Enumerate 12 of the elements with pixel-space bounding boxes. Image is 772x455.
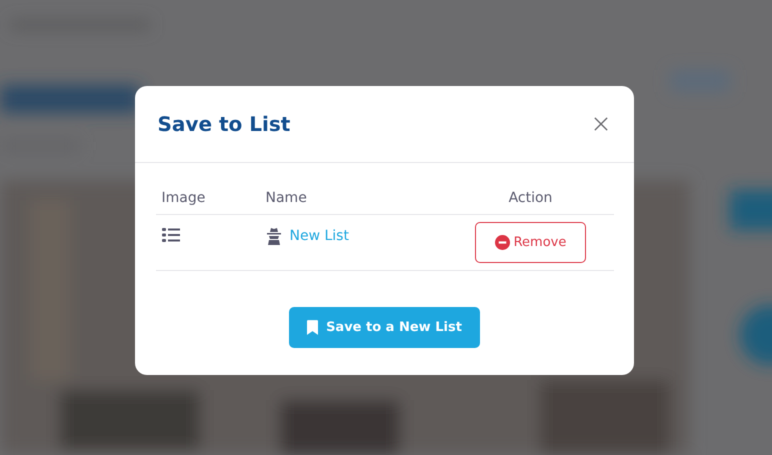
minus-circle-icon: [494, 235, 510, 250]
dialog-title: Save to List: [158, 112, 290, 136]
list-link[interactable]: New List: [290, 228, 349, 244]
column-header: Name: [266, 190, 308, 206]
column-header: Action: [508, 190, 554, 206]
incognito-icon: [266, 227, 282, 245]
save-button[interactable]: Save to a New List: [289, 307, 480, 348]
close-icon[interactable]: [594, 117, 608, 131]
column-header: Image: [160, 190, 206, 206]
list-icon: [162, 228, 180, 242]
bookmark-icon: [307, 320, 318, 335]
remove-button[interactable]: Remove: [475, 222, 586, 263]
